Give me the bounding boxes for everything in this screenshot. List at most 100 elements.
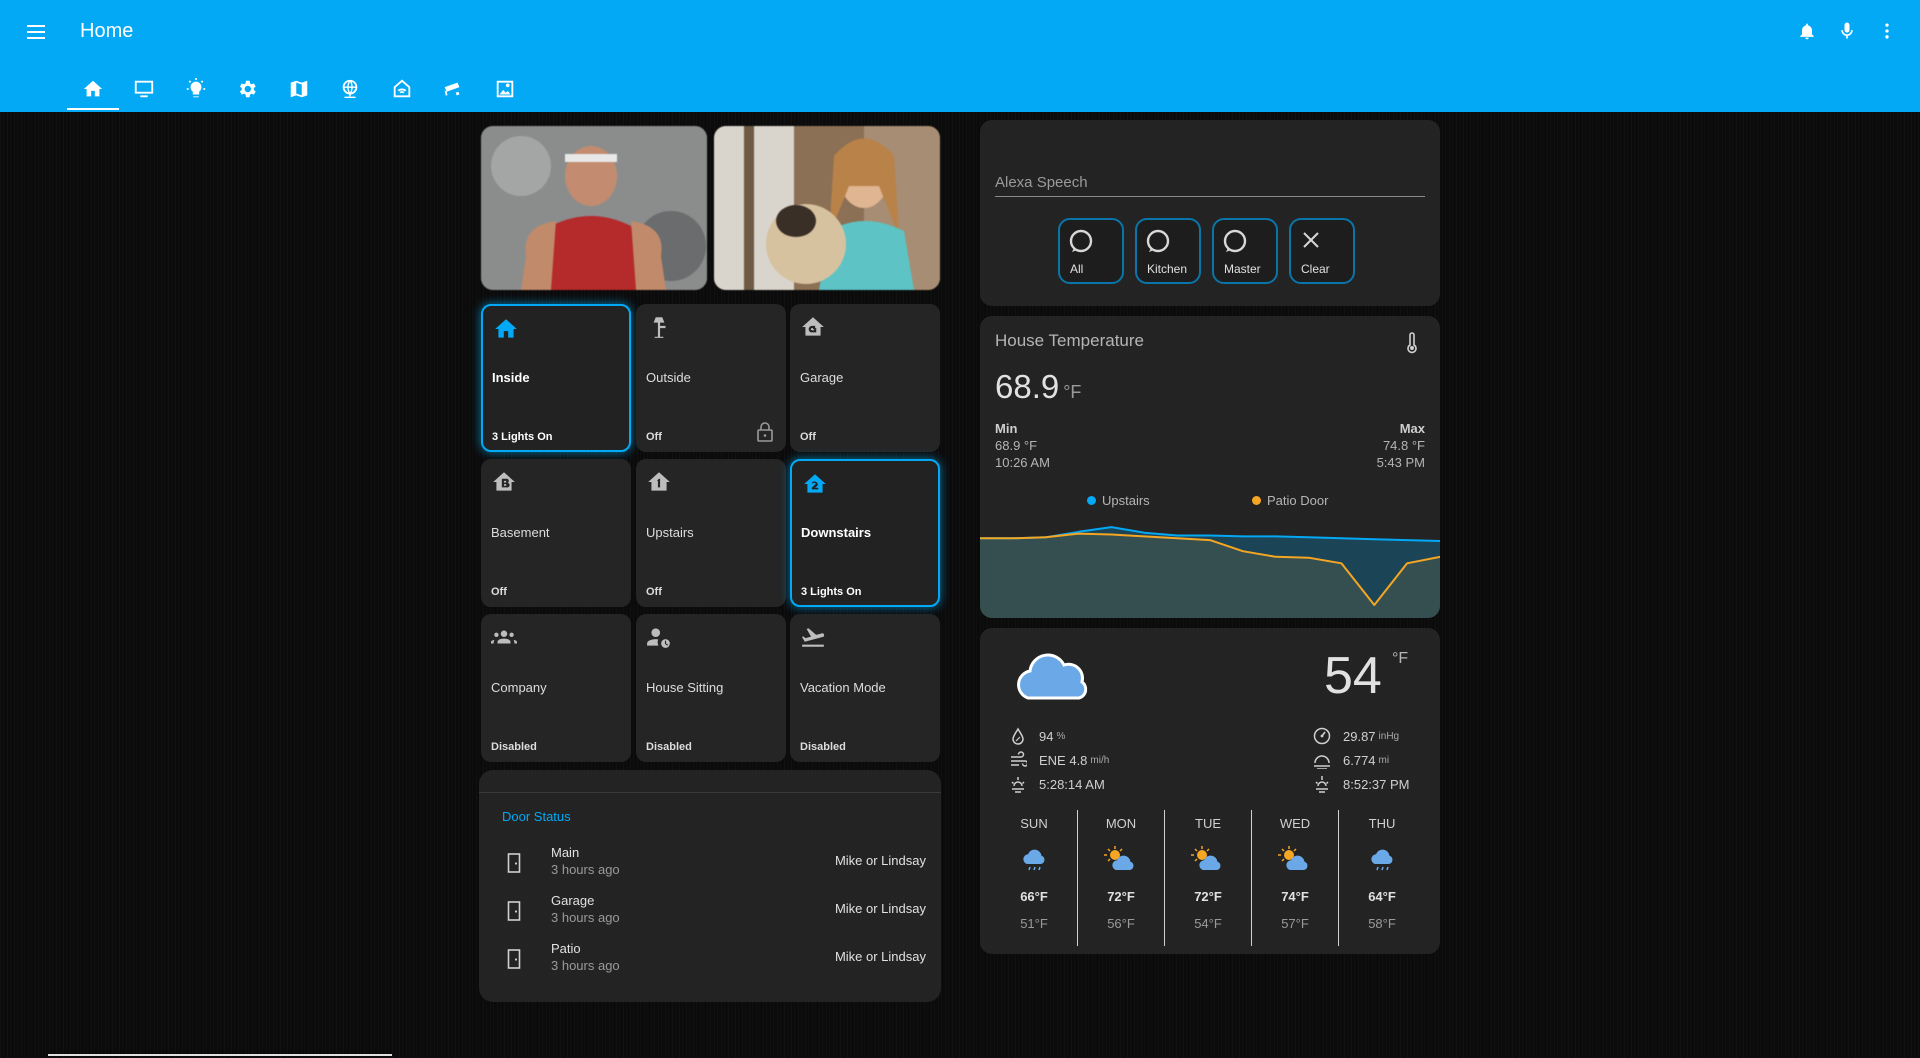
tab-map[interactable] bbox=[273, 70, 325, 110]
door-row[interactable]: Main 3 hours ago Mike or Lindsay bbox=[502, 843, 926, 883]
tab-lights[interactable] bbox=[170, 70, 222, 110]
status-bar-line bbox=[48, 1054, 392, 1056]
current-temperature: 54 bbox=[1324, 647, 1382, 705]
door-name: Patio bbox=[551, 941, 581, 956]
tile-state: Disabled bbox=[646, 741, 692, 753]
forecast-divider bbox=[1077, 810, 1078, 946]
menu-button[interactable] bbox=[22, 18, 50, 46]
forecast-day-sun: SUN 66°F 51°F bbox=[991, 810, 1077, 946]
globe-icon bbox=[342, 79, 358, 98]
tab-monitor[interactable] bbox=[119, 70, 171, 110]
app-header: Home bbox=[0, 0, 1920, 112]
tab-network[interactable] bbox=[325, 70, 377, 110]
tile-state: Off bbox=[491, 586, 507, 598]
weather-unit: % bbox=[1056, 730, 1066, 742]
tile-state: 3 Lights On bbox=[492, 431, 553, 443]
door-name: Garage bbox=[551, 893, 595, 908]
tab-home[interactable] bbox=[67, 70, 119, 110]
tile-inside[interactable]: Inside 3 Lights On bbox=[481, 304, 631, 452]
alexa-button-label: Master bbox=[1224, 262, 1261, 276]
forecast-high: 64°F bbox=[1368, 889, 1396, 904]
door-user: Mike or Lindsay bbox=[834, 949, 926, 964]
alexa-ring-icon bbox=[1223, 229, 1247, 253]
airplane-takeoff-icon bbox=[801, 628, 825, 647]
tile-basement[interactable]: Basement Off bbox=[481, 459, 631, 607]
tab-settings[interactable] bbox=[222, 70, 274, 110]
forecast-day-name: TUE bbox=[1195, 816, 1221, 831]
alexa-button-label: Clear bbox=[1301, 262, 1330, 276]
tile-vacation-mode[interactable]: Vacation Mode Disabled bbox=[790, 614, 940, 762]
home-automation-icon bbox=[393, 79, 410, 98]
cctv-icon bbox=[445, 82, 460, 96]
close-icon bbox=[1303, 232, 1319, 248]
partly-cloudy-icon bbox=[1252, 837, 1338, 883]
tile-downstairs[interactable]: Downstairs 3 Lights On bbox=[790, 459, 940, 607]
door-icon bbox=[507, 949, 521, 969]
forecast-low: 51°F bbox=[1020, 916, 1048, 931]
door-icon bbox=[507, 853, 521, 873]
door-row[interactable]: Patio 3 hours ago Mike or Lindsay bbox=[502, 939, 926, 979]
weather-value: 8:52:37 PM bbox=[1343, 776, 1410, 792]
home-floor-1-icon bbox=[648, 472, 670, 491]
temperature-min: Min 68.9 °F 10:26 AM bbox=[995, 421, 1050, 470]
forecast-high: 74°F bbox=[1281, 889, 1309, 904]
cloudy-icon bbox=[1012, 636, 1092, 711]
bell-icon[interactable] bbox=[1794, 18, 1820, 44]
tile-name: Upstairs bbox=[646, 525, 694, 540]
gauge-icon bbox=[1313, 727, 1331, 745]
weather-sunrise: 5:28:14 AM bbox=[1009, 775, 1105, 793]
temperature-chart bbox=[980, 526, 1440, 618]
tile-state: Off bbox=[646, 586, 662, 598]
tab-images[interactable] bbox=[479, 70, 531, 110]
alexa-button-all[interactable]: All bbox=[1058, 218, 1124, 284]
tile-house-sitting[interactable]: House Sitting Disabled bbox=[636, 614, 786, 762]
weather-gauge: 29.87 inHg bbox=[1313, 727, 1399, 745]
camera-feed-1[interactable] bbox=[481, 126, 707, 290]
lock-icon[interactable] bbox=[756, 422, 774, 442]
tile-garage[interactable]: Garage Off bbox=[790, 304, 940, 452]
forecast-low: 56°F bbox=[1107, 916, 1135, 931]
lightbulb-icon bbox=[186, 78, 205, 98]
alexa-button-master[interactable]: Master bbox=[1212, 218, 1278, 284]
tab-cameras[interactable] bbox=[428, 70, 480, 110]
home-icon bbox=[83, 80, 102, 97]
legend-upstairs[interactable]: Upstairs bbox=[1087, 493, 1150, 508]
alexa-ring-icon bbox=[1146, 229, 1170, 253]
tile-company[interactable]: Company Disabled bbox=[481, 614, 631, 762]
door-row[interactable]: Garage 3 hours ago Mike or Lindsay bbox=[502, 891, 926, 931]
tile-state: Disabled bbox=[491, 741, 537, 753]
alexa-speech-input[interactable]: Alexa Speech bbox=[995, 174, 1088, 191]
microphone-icon[interactable] bbox=[1834, 18, 1860, 44]
tile-state: 3 Lights On bbox=[801, 586, 862, 598]
tile-upstairs[interactable]: Upstairs Off bbox=[636, 459, 786, 607]
forecast-day-mon: MON 72°F 56°F bbox=[1078, 810, 1164, 946]
door-status-title: Door Status bbox=[502, 809, 571, 824]
weather-visibility: 6.774 mi bbox=[1313, 751, 1389, 769]
image-icon bbox=[496, 80, 513, 98]
alexa-card bbox=[980, 120, 1440, 306]
sunrise-icon bbox=[1011, 777, 1025, 793]
camera-feed-2[interactable] bbox=[714, 126, 940, 290]
forecast-high: 72°F bbox=[1194, 889, 1222, 904]
thermometer-icon bbox=[1403, 332, 1421, 359]
alexa-button-clear[interactable]: Clear bbox=[1289, 218, 1355, 284]
tile-outside[interactable]: Outside Off bbox=[636, 304, 786, 452]
tile-state: Disabled bbox=[800, 741, 846, 753]
more-vertical-icon[interactable] bbox=[1874, 18, 1900, 44]
alexa-button-kitchen[interactable]: Kitchen bbox=[1135, 218, 1201, 284]
home-floor-b-icon bbox=[493, 472, 515, 491]
forecast-high: 72°F bbox=[1107, 889, 1135, 904]
temperature-value: 68.9 °F bbox=[995, 368, 1082, 405]
forecast-day-name: SUN bbox=[1020, 816, 1048, 831]
forecast-day-name: THU bbox=[1368, 816, 1396, 831]
tab-automation[interactable] bbox=[376, 70, 428, 110]
door-time: 3 hours ago bbox=[551, 910, 620, 925]
account-group-icon bbox=[491, 630, 517, 644]
legend-patio-door[interactable]: Patio Door bbox=[1252, 493, 1328, 508]
page-title: Home bbox=[80, 20, 134, 42]
tile-name: Outside bbox=[646, 370, 691, 385]
home-icon bbox=[495, 319, 517, 338]
sunset-icon bbox=[1315, 776, 1329, 793]
door-time: 3 hours ago bbox=[551, 958, 620, 973]
forecast-low: 57°F bbox=[1281, 916, 1309, 931]
